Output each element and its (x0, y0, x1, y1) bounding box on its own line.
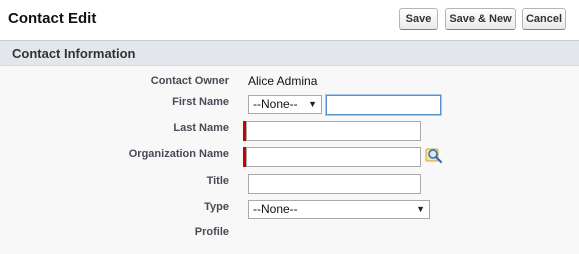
first-name-label: First Name (172, 96, 229, 108)
contact-owner-label: Contact Owner (150, 75, 229, 87)
page-title: Contact Edit (8, 10, 97, 27)
save-button[interactable]: Save (399, 8, 438, 30)
last-name-label: Last Name (173, 122, 229, 134)
cancel-button[interactable]: Cancel (522, 8, 566, 30)
salutation-selected-value: --None-- (253, 97, 298, 111)
organization-name-input[interactable] (246, 147, 421, 167)
page-header: Contact Edit Save Save & New Cancel (0, 0, 579, 40)
last-name-input[interactable] (246, 121, 421, 141)
magnifier-lookup-icon[interactable] (425, 147, 443, 165)
save-and-new-button[interactable]: Save & New (445, 8, 516, 30)
section-header: Contact Information (0, 40, 579, 66)
section-title: Contact Information (12, 46, 136, 61)
title-label: Title (206, 175, 229, 187)
type-select[interactable]: --None-- ▼ (248, 200, 430, 219)
chevron-down-icon: ▼ (416, 204, 425, 214)
contact-owner-value: Alice Admina (248, 74, 318, 88)
organization-name-label: Organization Name (128, 148, 229, 160)
type-selected-value: --None-- (253, 202, 298, 216)
salutation-select[interactable]: --None-- ▼ (248, 95, 322, 114)
profile-label: Profile (194, 226, 229, 238)
first-name-input[interactable] (326, 95, 441, 115)
type-label: Type (204, 201, 229, 213)
title-input[interactable] (248, 174, 421, 194)
chevron-down-icon: ▼ (308, 99, 317, 109)
